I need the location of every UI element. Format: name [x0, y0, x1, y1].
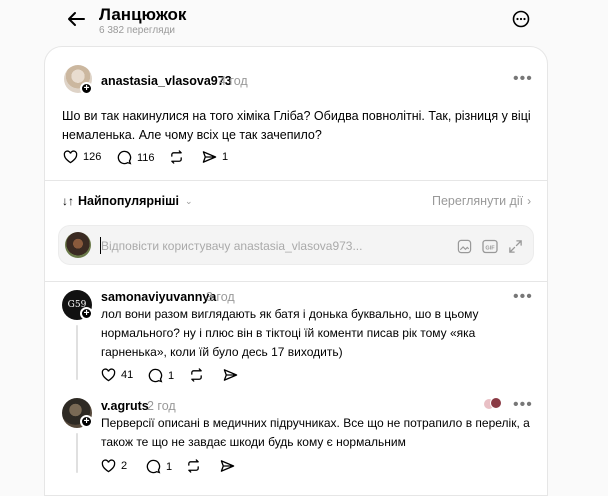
- comment-icon: [117, 150, 132, 165]
- heart-icon: [101, 459, 116, 473]
- like-button[interactable]: 126: [63, 150, 101, 164]
- comment-icon: [146, 459, 161, 474]
- comment-text-line: нормального? ну і плюс він в тіктоці їй …: [101, 326, 476, 340]
- sort-arrows-icon: ↓↑: [62, 194, 74, 208]
- like-button[interactable]: 2: [101, 459, 127, 473]
- comment-button[interactable]: 1: [148, 368, 174, 383]
- reply-box[interactable]: GIF: [58, 225, 534, 265]
- sort-dropdown[interactable]: ↓↑ Найпопулярніші ⌄: [62, 194, 193, 208]
- gif-button[interactable]: GIF: [480, 236, 500, 256]
- comment-username[interactable]: samonaviyuvannya: [101, 290, 216, 304]
- more-circle-icon: [512, 10, 530, 28]
- post-text-line: немаленька. Але чому всіх це так зачепил…: [62, 128, 322, 142]
- reply-avatars: [484, 397, 504, 411]
- comment-username[interactable]: v.agruts: [101, 399, 149, 413]
- thread-line: [76, 433, 78, 473]
- share-button[interactable]: [223, 368, 238, 382]
- follow-plus-icon[interactable]: +: [80, 82, 93, 95]
- repost-icon: [191, 368, 202, 382]
- comment-count: 1: [168, 369, 175, 382]
- comment-text-line: гарненька», коли їй було десь 17 виходит…: [101, 345, 343, 359]
- post-text-line: Шо ви так накинулися на того хіміка Гліб…: [62, 109, 531, 123]
- view-count: 6 382 перегляди: [99, 25, 176, 36]
- comment-button[interactable]: 116: [117, 150, 155, 165]
- follow-plus-icon[interactable]: +: [80, 415, 93, 428]
- divider: [45, 180, 547, 181]
- expand-button[interactable]: [505, 236, 525, 256]
- heart-icon: [63, 150, 78, 164]
- repost-icon: [171, 150, 182, 164]
- thread-line: [76, 325, 78, 380]
- back-button[interactable]: [64, 8, 88, 30]
- more-options-button[interactable]: [510, 8, 532, 30]
- repost-button[interactable]: [189, 368, 204, 382]
- comment-text: лол вони разом виглядають як батя і донь…: [101, 305, 531, 362]
- like-button[interactable]: 41: [101, 368, 133, 382]
- comment-text-line: Перверсії описані в медичних підручниках…: [101, 416, 530, 430]
- comment-text: Перверсії описані в медичних підручниках…: [101, 414, 531, 452]
- comment-time: 2 год: [147, 399, 176, 413]
- view-activity-link[interactable]: Переглянути дії ›: [432, 194, 531, 208]
- gif-icon: GIF: [482, 239, 498, 253]
- heart-icon: [101, 368, 116, 382]
- follow-plus-icon[interactable]: +: [80, 307, 93, 320]
- top-bar: Ланцюжок 6 382 перегляди: [0, 0, 608, 46]
- share-count: 1: [222, 151, 229, 163]
- share-button[interactable]: [220, 459, 235, 473]
- comment-more-button[interactable]: •••: [513, 397, 533, 413]
- image-button[interactable]: [454, 236, 474, 256]
- reply-input[interactable]: [101, 237, 401, 255]
- comment-more-button[interactable]: •••: [513, 289, 533, 305]
- like-count: 126: [83, 151, 102, 163]
- share-button[interactable]: 1: [202, 150, 228, 164]
- post-text: Шо ви так накинулися на того хіміка Гліб…: [62, 107, 532, 145]
- comment-count: 1: [166, 460, 173, 473]
- comment-button[interactable]: 1: [146, 459, 172, 474]
- send-icon: [223, 369, 238, 381]
- comment-icon: [148, 368, 163, 383]
- view-activity-label: Переглянути дії: [432, 194, 524, 208]
- comment-time: 3 год: [206, 290, 235, 304]
- chevron-down-icon: ⌄: [184, 195, 193, 206]
- send-icon: [220, 460, 235, 472]
- post-username[interactable]: anastasia_vlasova973: [101, 74, 232, 88]
- sort-label: Найпопулярніші: [78, 194, 179, 208]
- svg-text:GIF: GIF: [485, 245, 495, 251]
- comment-count: 116: [137, 151, 155, 164]
- arrow-left-icon: [68, 12, 85, 26]
- avatar: [65, 232, 91, 258]
- post-time: 4 год: [219, 74, 248, 88]
- post-more-button[interactable]: •••: [513, 71, 533, 87]
- comment-text-line: лол вони разом виглядають як батя і донь…: [101, 307, 479, 321]
- like-count: 2: [121, 460, 128, 472]
- repost-button[interactable]: [186, 459, 201, 473]
- divider: [45, 281, 547, 282]
- repost-icon: [188, 459, 199, 473]
- expand-icon: [508, 239, 522, 253]
- page-title: Ланцюжок: [99, 5, 187, 24]
- repost-button[interactable]: [169, 150, 184, 164]
- avatar: [490, 397, 502, 409]
- comment-text-line: також те що не завдає шкоди будь кому є …: [101, 435, 406, 449]
- like-count: 41: [121, 369, 134, 381]
- image-icon: [457, 239, 471, 253]
- send-icon: [202, 151, 217, 163]
- chevron-right-icon: ›: [527, 194, 532, 208]
